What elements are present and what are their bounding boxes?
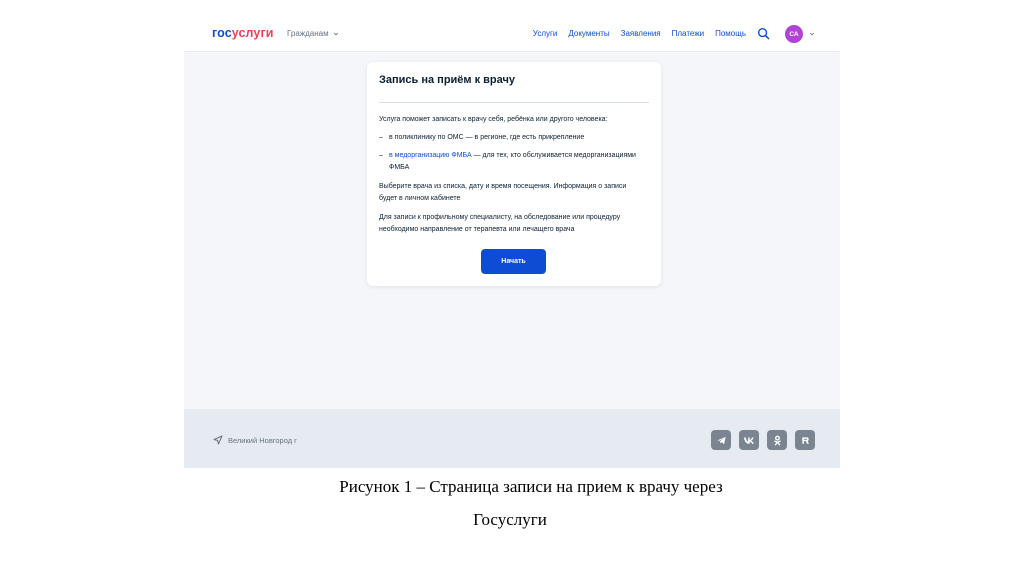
list-item: – в медорганизацию ФМБА — для тех, кто о… — [379, 150, 649, 174]
citizens-label: Гражданам — [287, 29, 329, 38]
info-paragraph: Выберите врача из списка, дату и время п… — [379, 183, 627, 202]
location-label: Великий Новгород г — [228, 435, 297, 445]
start-button[interactable]: Начать — [481, 249, 546, 274]
social-links — [711, 430, 815, 450]
bullet-dash: – — [379, 152, 383, 159]
logo-part-uslugi: услуги — [231, 26, 274, 40]
avatar[interactable]: СА — [785, 25, 803, 43]
nav-item-help[interactable]: Помощь — [715, 29, 746, 38]
nav-item-applications[interactable]: Заявления — [621, 29, 661, 38]
list-item: – в поликлинику по ОМС — в регионе, где … — [379, 132, 649, 144]
referral-paragraph: Для записи к профильному специалисту, на… — [379, 214, 621, 233]
site-footer: Великий Новгород г — [184, 409, 840, 468]
bullet-dash: – — [379, 134, 383, 141]
nav-item-documents[interactable]: Документы — [568, 29, 609, 38]
gosuslugi-logo[interactable]: госуслуги — [212, 26, 274, 40]
site-header: госуслуги Гражданам Услуги Документы Зая… — [184, 17, 840, 52]
logo-part-gos: гос — [212, 26, 232, 40]
vk-icon[interactable] — [739, 430, 759, 450]
citizens-dropdown[interactable]: Гражданам — [287, 29, 339, 38]
divider — [379, 102, 649, 103]
nav-item-payments[interactable]: Платежи — [672, 29, 704, 38]
telegram-icon[interactable] — [711, 430, 731, 450]
location-selector[interactable]: Великий Новгород г — [213, 435, 297, 445]
page-title: Запись на приём к врачу — [379, 74, 515, 86]
bullet-text-oms: в поликлинику по ОМС — в регионе, где ес… — [389, 134, 585, 141]
figure-caption-line2: Госуслуги — [473, 510, 547, 529]
chevron-down-icon — [333, 32, 338, 35]
browser-screenshot: госуслуги Гражданам Услуги Документы Зая… — [184, 17, 840, 468]
nav-item-services[interactable]: Услуги — [533, 29, 558, 38]
fmba-link[interactable]: в медорганизацию ФМБА — [389, 152, 472, 159]
search-icon[interactable] — [757, 27, 770, 40]
figure-caption-line1: Рисунок 1 – Страница записи на прием к в… — [339, 477, 723, 496]
main-nav: Услуги Документы Заявления Платежи Помощ… — [533, 29, 746, 38]
service-intro: Услуга поможет записать к врачу себя, ре… — [379, 116, 608, 123]
service-card: Запись на приём к врачу Услуга поможет з… — [367, 62, 661, 286]
ok-icon[interactable] — [767, 430, 787, 450]
location-arrow-icon — [213, 435, 223, 445]
rutube-icon[interactable] — [795, 430, 815, 450]
chevron-down-icon[interactable] — [809, 31, 815, 37]
bullet-text-fmba: в медорганизацию ФМБА — для тех, кто обс… — [389, 150, 649, 174]
